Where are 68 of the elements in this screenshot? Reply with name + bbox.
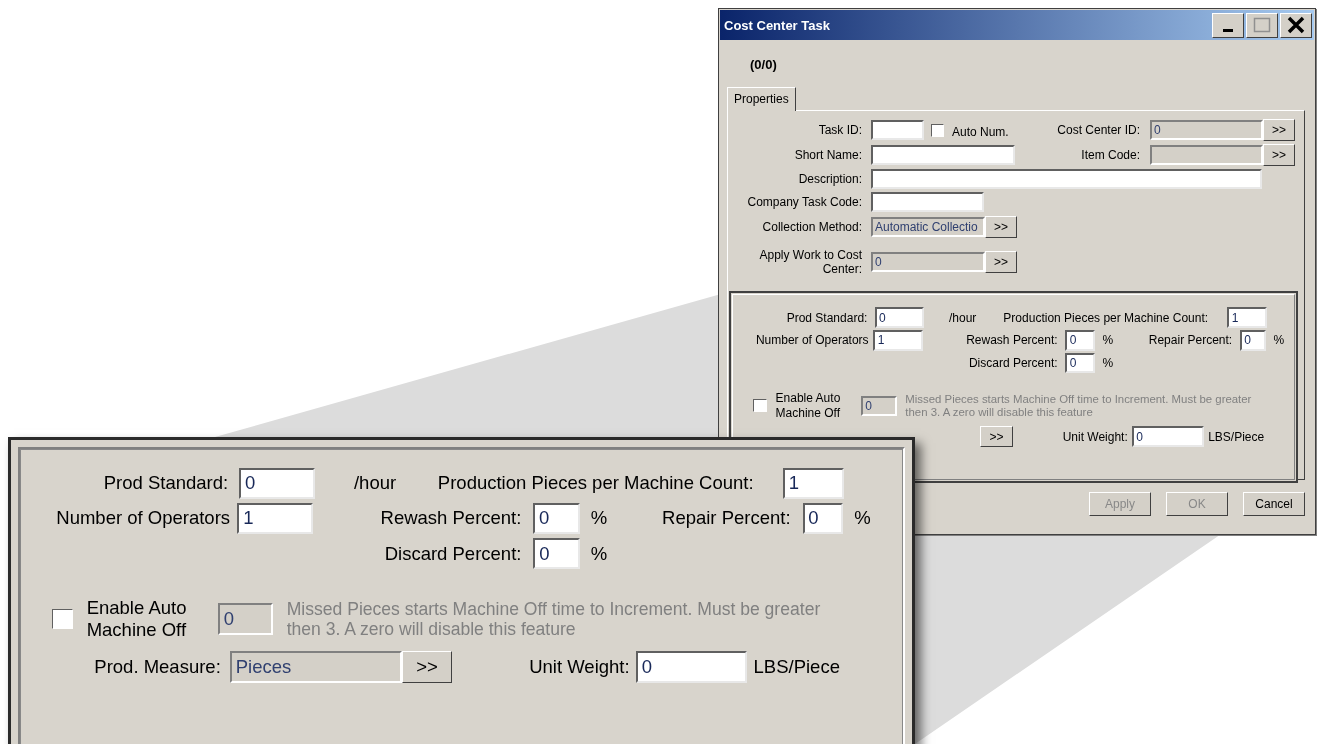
unit-label: %	[1273, 333, 1286, 348]
field-label: Prod Standard:	[785, 310, 868, 325]
field-label: Production Pieces per Machine Count:	[1002, 310, 1209, 325]
text-field[interactable]	[871, 192, 984, 212]
unit-label: %	[1102, 356, 1115, 371]
field-label: Unit Weight:	[1061, 429, 1128, 444]
close-icon	[1287, 16, 1305, 34]
unit-label: %	[590, 507, 609, 530]
text-field[interactable]: 1	[237, 502, 314, 535]
field-label: Description:	[797, 172, 862, 186]
text-field[interactable]	[871, 145, 1015, 165]
unit-label: %	[1102, 333, 1115, 348]
text-field[interactable]: 0	[1065, 352, 1096, 374]
text-field[interactable]: 0	[636, 651, 748, 683]
window-title: Cost Center Task	[724, 17, 831, 33]
field-label: Repair Percent:	[1147, 333, 1233, 348]
unit-label: /hour	[948, 310, 978, 325]
field-label: Number of Operators	[55, 507, 231, 530]
field-label: Number of Operators	[754, 333, 869, 348]
unit-label: %	[854, 507, 872, 530]
text-field[interactable]	[871, 169, 1262, 189]
field-label: Production Pieces per Machine Count:	[436, 472, 754, 495]
checkbox-label: Enable Auto Machine Off	[86, 597, 188, 642]
field-label: Apply Work to Cost Center:	[758, 248, 862, 277]
maximize-icon	[1253, 17, 1271, 33]
dialog-button[interactable]: Cancel	[1243, 492, 1305, 516]
close-button[interactable]	[1280, 12, 1312, 38]
unit-label: LBS/Piece	[1208, 429, 1265, 444]
field-label: Discard Percent:	[383, 542, 522, 565]
hint-text: Missed Pieces starts Machine Off time to Increment. Must be greater then 3. A zero will disable this feature	[905, 392, 1253, 419]
field-label: Item Code:	[1080, 148, 1140, 162]
browse-button[interactable]: >>	[980, 426, 1013, 448]
field-label: Company Task Code:	[746, 195, 862, 209]
minimize-button[interactable]	[1212, 12, 1244, 38]
text-field[interactable]: 0	[533, 537, 580, 570]
text-field[interactable]: 1	[1227, 307, 1267, 328]
text-field[interactable]: 0	[874, 307, 924, 328]
text-field[interactable]: 1	[783, 467, 845, 499]
field-label: Unit Weight:	[528, 655, 630, 678]
text-field[interactable]: 0	[1065, 330, 1096, 351]
text-field[interactable]: 1	[873, 330, 923, 351]
text-field[interactable]: 0	[802, 502, 844, 535]
text-field[interactable]: 0	[533, 502, 580, 535]
text-field[interactable]: 0	[1239, 330, 1267, 351]
tab[interactable]: Properties	[727, 87, 796, 111]
text-field[interactable]: 0	[1131, 426, 1204, 447]
field-label: Short Name:	[793, 148, 862, 162]
field-label: Prod. Measure:	[93, 655, 221, 678]
field-label: Task ID:	[817, 123, 862, 137]
text-field[interactable]: 0	[239, 467, 316, 499]
field-label: Cost Center ID:	[1056, 123, 1140, 137]
field-label: Discard Percent:	[967, 356, 1058, 371]
unit-label: /hour	[353, 472, 398, 495]
hint-text: Missed Pieces starts Machine Off time to Increment. Must be greater then 3. A zero will disable this feature	[286, 599, 822, 640]
record-counter: (0/0)	[750, 57, 777, 72]
text-field[interactable]	[871, 120, 924, 140]
maximize-button[interactable]	[1246, 12, 1278, 38]
field-label: Rewash Percent:	[965, 333, 1058, 348]
checkbox-label: Auto Num.	[952, 125, 1009, 139]
minimize-icon	[1223, 28, 1233, 32]
checkbox-label: Enable Auto Machine Off	[775, 391, 842, 421]
field-label: Collection Method:	[761, 220, 862, 234]
field-label: Rewash Percent:	[379, 507, 522, 530]
field-label: Prod Standard:	[102, 472, 229, 495]
field-label: Repair Percent:	[661, 507, 791, 530]
checkbox[interactable]	[931, 123, 944, 137]
unit-label: LBS/Piece	[753, 655, 840, 678]
unit-label: %	[590, 542, 609, 565]
